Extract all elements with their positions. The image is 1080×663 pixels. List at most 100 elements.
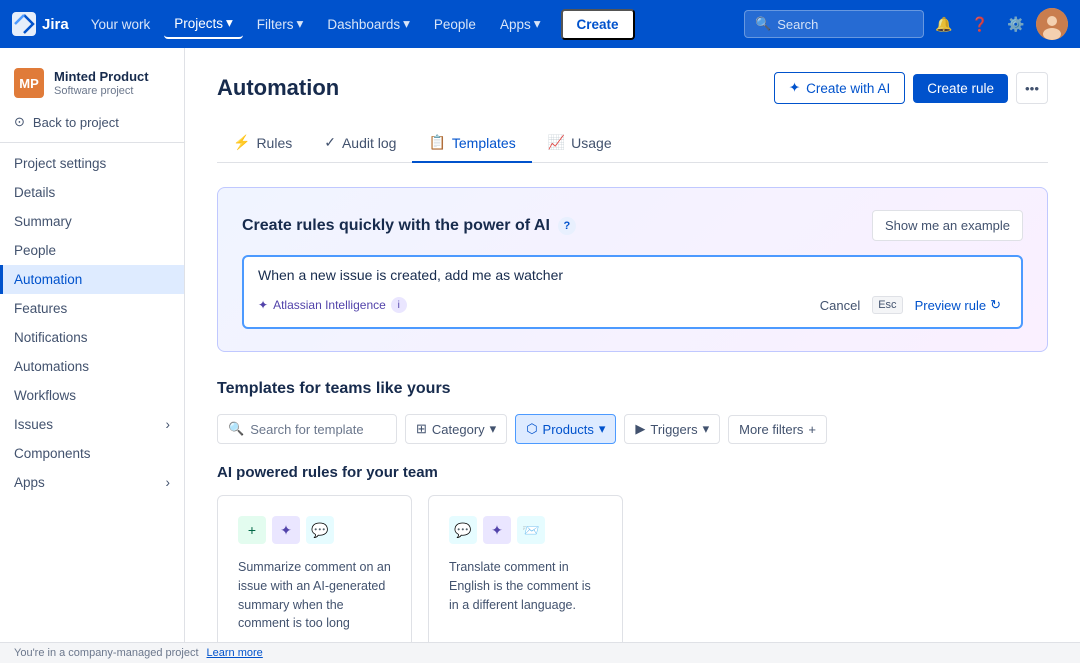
main-content: Automation ✦ Create with AI Create rule …	[185, 48, 1080, 663]
ai-box-title-text: Create rules quickly with the power of A…	[242, 217, 550, 235]
template-card-translate[interactable]: 💬 ✦ 📨 Translate comment in English is th…	[428, 495, 623, 654]
sidebar-item-label: Notifications	[14, 330, 88, 345]
search-icon: 🔍	[755, 16, 771, 32]
jira-logo-icon	[12, 12, 36, 36]
ai-input-wrapper: When a new issue is created, add me as w…	[242, 255, 1023, 329]
template-icon: 📋	[428, 134, 445, 151]
chevron-right-icon: ›	[166, 475, 171, 490]
search-bar[interactable]: 🔍 Search	[744, 10, 924, 38]
tab-usage[interactable]: 📈 Usage	[532, 124, 628, 163]
help-icon: ❓	[971, 16, 988, 33]
esc-key-badge: Esc	[872, 296, 902, 314]
chevron-down-icon: ▾	[599, 421, 606, 437]
learn-more-link[interactable]: Learn more	[207, 647, 263, 659]
ai-help-icon[interactable]: ?	[558, 217, 576, 235]
nav-apps-label: Apps	[500, 17, 531, 32]
sidebar-item-label: Automations	[14, 359, 89, 374]
nav-people-label: People	[434, 17, 476, 32]
filter-label: More filters	[739, 422, 803, 437]
create-button[interactable]: Create	[561, 9, 635, 40]
back-to-project[interactable]: ⊙ Back to project	[0, 108, 184, 136]
nav-filters[interactable]: Filters ▾	[247, 10, 314, 38]
nav-people[interactable]: People	[424, 11, 486, 38]
nav-apps[interactable]: Apps ▾	[490, 10, 551, 38]
search-templates-input[interactable]: 🔍 Search for template	[217, 414, 397, 444]
sidebar-item-automation[interactable]: Automation	[0, 265, 184, 294]
nav-projects[interactable]: Projects ▾	[164, 9, 243, 39]
filter-label: Products	[543, 422, 594, 437]
card-icons: + ✦ 💬	[238, 516, 391, 544]
notifications-button[interactable]: 🔔	[928, 8, 960, 40]
sidebar-item-features[interactable]: Features	[0, 294, 184, 323]
tab-label: Templates	[452, 135, 516, 151]
ai-box-header: Create rules quickly with the power of A…	[242, 210, 1023, 241]
more-options-button[interactable]: •••	[1016, 72, 1048, 104]
ai-box-title: Create rules quickly with the power of A…	[242, 217, 576, 235]
tab-rules[interactable]: ⚡ Rules	[217, 124, 308, 163]
project-icon: MP	[14, 68, 44, 98]
sidebar-item-label: People	[14, 243, 56, 258]
btn-ai-label: Create with AI	[806, 81, 890, 96]
bell-icon: 🔔	[935, 16, 952, 33]
templates-section-title: Templates for teams like yours	[217, 380, 1048, 398]
chevron-down-icon: ▾	[403, 16, 410, 32]
filter-products-button[interactable]: ⬡ Products ▾	[515, 414, 616, 444]
ellipsis-icon: •••	[1025, 81, 1039, 96]
avatar-image	[1036, 8, 1068, 40]
sparkle-icon: ✦	[789, 80, 800, 96]
sidebar-item-project-settings[interactable]: Project settings	[0, 149, 184, 178]
box-icon: ⬡	[526, 421, 537, 437]
sidebar-item-label: Automation	[14, 272, 82, 287]
sidebar-item-summary[interactable]: Summary	[0, 207, 184, 236]
sidebar-item-people[interactable]: People	[0, 236, 184, 265]
search-placeholder: Search	[777, 17, 818, 32]
sidebar-item-automations[interactable]: Automations	[0, 352, 184, 381]
plus-icon-card: +	[238, 516, 266, 544]
tab-audit-log[interactable]: ✓ Audit log	[308, 124, 412, 163]
filter-more-button[interactable]: More filters +	[728, 415, 827, 444]
create-with-ai-button[interactable]: ✦ Create with AI	[774, 72, 905, 104]
sidebar-item-apps[interactable]: Apps ›	[0, 468, 184, 497]
chevron-down-icon: ▾	[534, 16, 541, 32]
card-text: Summarize comment on an issue with an AI…	[238, 558, 391, 633]
sidebar-item-issues[interactable]: Issues ›	[0, 410, 184, 439]
card-text: Translate comment in English is the comm…	[449, 558, 602, 614]
chevron-down-icon: ▾	[297, 16, 304, 32]
nav-your-work[interactable]: Your work	[81, 11, 161, 38]
tab-templates[interactable]: 📋 Templates	[412, 124, 531, 163]
nav-dashboards[interactable]: Dashboards ▾	[317, 10, 420, 38]
ai-badge-label: Atlassian Intelligence	[273, 298, 386, 312]
help-button[interactable]: ❓	[964, 8, 996, 40]
ai-input-actions: Cancel Esc Preview rule ↻	[814, 293, 1007, 317]
settings-button[interactable]: ⚙️	[1000, 8, 1032, 40]
message-icon-card: 💬	[449, 516, 477, 544]
user-avatar[interactable]	[1036, 8, 1068, 40]
page-title: Automation	[217, 75, 339, 101]
sparkle-icon-card: ✦	[483, 516, 511, 544]
preview-rule-button[interactable]: Preview rule ↻	[909, 293, 1007, 317]
project-name: Minted Product	[54, 69, 149, 85]
create-rule-button[interactable]: Create rule	[913, 74, 1008, 103]
filter-triggers-button[interactable]: ▶ Triggers ▾	[624, 414, 720, 444]
grid-icon: ⊞	[416, 421, 427, 437]
sidebar-item-details[interactable]: Details	[0, 178, 184, 207]
filter-category-button[interactable]: ⊞ Category ▾	[405, 414, 507, 444]
search-icon: 🔍	[228, 421, 244, 437]
ai-input-box: Create rules quickly with the power of A…	[217, 187, 1048, 352]
ai-input-footer: ✦ Atlassian Intelligence i Cancel Esc Pr…	[258, 293, 1007, 317]
header-actions: ✦ Create with AI Create rule •••	[774, 72, 1048, 104]
cancel-button[interactable]: Cancel	[814, 294, 866, 317]
show-example-button[interactable]: Show me an example	[872, 210, 1023, 241]
template-card-summarize[interactable]: + ✦ 💬 Summarize comment on an issue with…	[217, 495, 412, 654]
gear-icon: ⚙️	[1007, 16, 1024, 33]
sidebar-divider-1	[0, 142, 184, 143]
app-body: MP Minted Product Software project ⊙ Bac…	[0, 48, 1080, 663]
info-icon[interactable]: i	[391, 297, 407, 313]
app-logo[interactable]: Jira	[12, 12, 69, 36]
sidebar-item-components[interactable]: Components	[0, 439, 184, 468]
sidebar-item-workflows[interactable]: Workflows	[0, 381, 184, 410]
back-icon: ⊙	[14, 114, 25, 130]
chevron-right-icon: ›	[166, 417, 171, 432]
sidebar-item-notifications[interactable]: Notifications	[0, 323, 184, 352]
ai-star-icon: ✦	[258, 298, 268, 312]
